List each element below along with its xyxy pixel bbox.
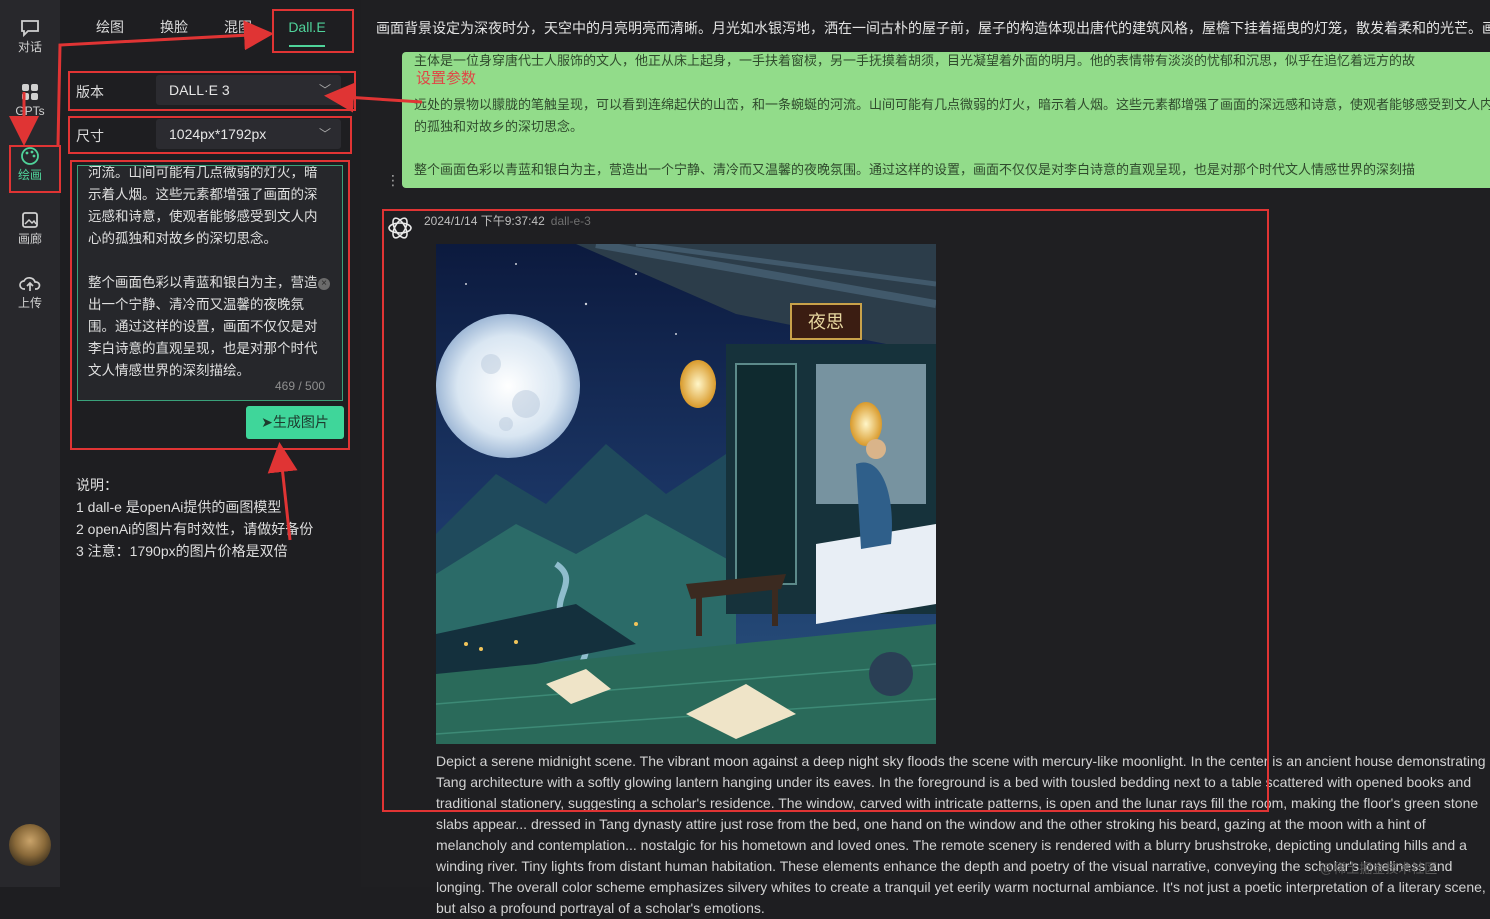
annotation-arrows: [9, 20, 423, 541]
